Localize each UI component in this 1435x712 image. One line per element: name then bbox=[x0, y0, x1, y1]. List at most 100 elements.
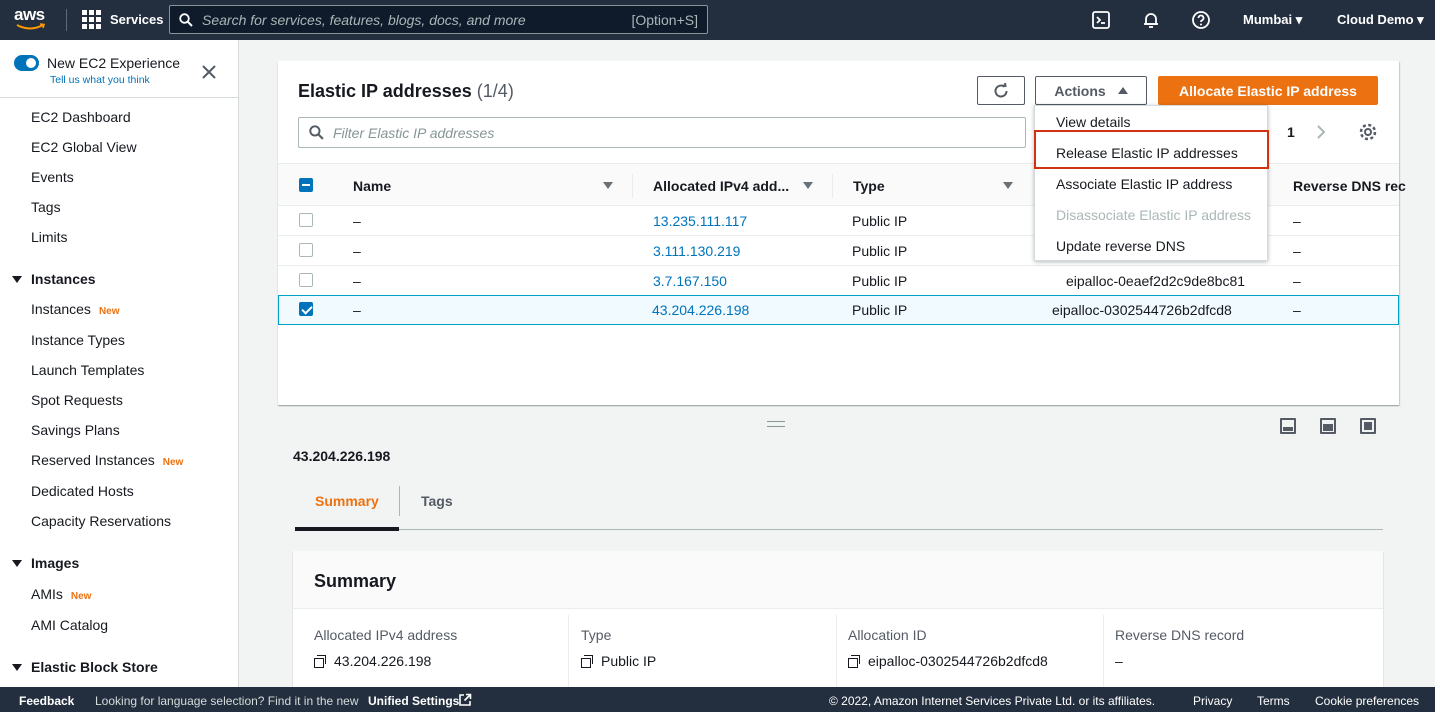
sidebar-item-tags[interactable]: Tags bbox=[31, 199, 61, 215]
feedback-link[interactable]: Tell us what you think bbox=[50, 74, 150, 86]
close-icon[interactable] bbox=[199, 62, 219, 82]
help-icon[interactable] bbox=[1191, 10, 1211, 30]
privacy-link[interactable]: Privacy bbox=[1193, 694, 1232, 708]
cell-name: – bbox=[353, 213, 361, 229]
sidebar-item-global-view[interactable]: EC2 Global View bbox=[31, 139, 137, 155]
page-number[interactable]: 1 bbox=[1287, 124, 1295, 140]
chevron-right-icon[interactable] bbox=[1314, 122, 1328, 142]
row-checkbox[interactable] bbox=[299, 213, 313, 227]
sidebar-section-instances[interactable]: Instances bbox=[12, 271, 96, 287]
external-link-icon[interactable] bbox=[458, 693, 472, 707]
tab-summary[interactable]: Summary bbox=[315, 493, 379, 509]
cell-type: Public IP bbox=[852, 273, 908, 289]
table-row[interactable]: – 3.7.167.150 Public IP eipalloc-0eaef2d… bbox=[278, 266, 1399, 296]
smile-icon bbox=[16, 23, 46, 30]
allocate-eip-button[interactable]: Allocate Elastic IP address bbox=[1158, 76, 1378, 105]
gear-icon[interactable] bbox=[1358, 122, 1378, 142]
cell-allocation-id: eipalloc-0302544726b2dfcd8 bbox=[1052, 302, 1232, 318]
table-row-selected[interactable]: – 43.204.226.198 Public IP eipalloc-0302… bbox=[278, 295, 1399, 325]
field-allocation-id: Allocation ID eipalloc-0302544726b2dfcd8 bbox=[848, 627, 1098, 669]
menu-item-associate-eip[interactable]: Associate Elastic IP address bbox=[1056, 176, 1232, 192]
summary-title: Summary bbox=[314, 571, 397, 591]
cell-ip-link[interactable]: 43.204.226.198 bbox=[652, 302, 749, 318]
sort-icon[interactable] bbox=[603, 182, 613, 189]
cell-rdns: – bbox=[1293, 302, 1301, 318]
sidebar-item-ec2-dashboard[interactable]: EC2 Dashboard bbox=[31, 109, 131, 125]
services-menu-button[interactable]: Services bbox=[82, 10, 164, 29]
tab-tags[interactable]: Tags bbox=[421, 493, 453, 509]
sidebar-item-limits[interactable]: Limits bbox=[31, 229, 68, 245]
row-checkbox[interactable] bbox=[299, 302, 313, 316]
cell-name: – bbox=[353, 273, 361, 289]
cookie-preferences-link[interactable]: Cookie preferences bbox=[1315, 694, 1419, 708]
menu-item-disassociate-eip: Disassociate Elastic IP address bbox=[1056, 207, 1252, 223]
search-input[interactable] bbox=[202, 11, 632, 28]
caret-down-icon bbox=[12, 663, 22, 671]
sidebar-item-instances[interactable]: Instances New bbox=[31, 301, 120, 317]
aws-logo-text: aws bbox=[14, 5, 45, 24]
copy-icon[interactable] bbox=[314, 654, 327, 668]
resize-handle[interactable] bbox=[767, 421, 785, 427]
sidebar-item-label: AMIs bbox=[31, 586, 63, 602]
row-checkbox[interactable] bbox=[299, 243, 313, 257]
account-menu[interactable]: Cloud Demo ▾ bbox=[1337, 12, 1424, 28]
column-header-ipv4[interactable]: Allocated IPv4 add... bbox=[653, 178, 789, 194]
sidebar-item-savings-plans[interactable]: Savings Plans bbox=[31, 422, 120, 438]
column-divider bbox=[836, 615, 837, 691]
menu-item-view-details[interactable]: View details bbox=[1056, 114, 1130, 130]
layout-full-icon[interactable] bbox=[1360, 418, 1376, 434]
sort-icon[interactable] bbox=[803, 182, 813, 189]
section-label: Instances bbox=[31, 271, 96, 287]
search-icon bbox=[309, 125, 324, 140]
caret-down-icon bbox=[12, 275, 22, 283]
unified-settings-link[interactable]: Unified Settings bbox=[368, 694, 459, 708]
bell-icon[interactable] bbox=[1141, 10, 1161, 30]
new-experience-toggle[interactable] bbox=[14, 55, 39, 71]
copy-icon[interactable] bbox=[581, 654, 594, 668]
summary-container: Summary Allocated IPv4 address 43.204.22… bbox=[293, 551, 1383, 691]
column-header-reverse-dns[interactable]: Reverse DNS rec bbox=[1293, 178, 1406, 194]
new-badge: New bbox=[98, 306, 120, 317]
actions-button[interactable]: Actions bbox=[1035, 76, 1147, 105]
cell-ip-link[interactable]: 13.235.111.117 bbox=[653, 213, 747, 229]
actions-label: Actions bbox=[1054, 82, 1106, 99]
sidebar-item-ami-catalog[interactable]: AMI Catalog bbox=[31, 617, 108, 633]
selection-count: (1/4) bbox=[476, 81, 514, 101]
global-search[interactable]: [Option+S] bbox=[169, 5, 708, 34]
region-selector[interactable]: Mumbai ▾ bbox=[1243, 12, 1302, 28]
top-navigation: aws Services [Option+S] Mumbai ▾ Cloud D… bbox=[0, 0, 1435, 40]
sidebar-item-capacity-reservations[interactable]: Capacity Reservations bbox=[31, 513, 171, 529]
caret-up-icon bbox=[1117, 87, 1128, 94]
sidebar-item-reserved-instances[interactable]: Reserved Instances New bbox=[31, 452, 183, 468]
refresh-button[interactable] bbox=[977, 76, 1025, 105]
sidebar-item-amis[interactable]: AMIs New bbox=[31, 586, 91, 602]
cloudshell-icon[interactable] bbox=[1091, 10, 1111, 30]
sidebar-item-launch-templates[interactable]: Launch Templates bbox=[31, 362, 144, 378]
sidebar-item-instance-types[interactable]: Instance Types bbox=[31, 332, 125, 348]
filter-input[interactable] bbox=[333, 124, 1015, 141]
column-header-name[interactable]: Name bbox=[353, 178, 391, 194]
feedback-link[interactable]: Feedback bbox=[19, 694, 74, 708]
column-header-type[interactable]: Type bbox=[853, 178, 885, 194]
cell-ip-link[interactable]: 3.7.167.150 bbox=[653, 273, 727, 289]
sidebar-section-images[interactable]: Images bbox=[12, 555, 79, 571]
sidebar-item-spot-requests[interactable]: Spot Requests bbox=[31, 392, 123, 408]
sidebar-section-ebs[interactable]: Elastic Block Store bbox=[12, 659, 158, 675]
aws-logo[interactable]: aws bbox=[14, 6, 52, 34]
filter-box[interactable] bbox=[298, 117, 1026, 148]
menu-item-update-reverse-dns[interactable]: Update reverse DNS bbox=[1056, 238, 1185, 254]
sidebar-item-dedicated-hosts[interactable]: Dedicated Hosts bbox=[31, 483, 134, 499]
sort-icon[interactable] bbox=[1003, 182, 1013, 189]
layout-bottom-icon[interactable] bbox=[1280, 418, 1296, 434]
search-icon bbox=[179, 12, 193, 27]
terms-link[interactable]: Terms bbox=[1257, 694, 1290, 708]
row-checkbox[interactable] bbox=[299, 273, 313, 287]
layout-split-icon[interactable] bbox=[1320, 418, 1336, 434]
menu-item-release-eip[interactable]: Release Elastic IP addresses bbox=[1056, 145, 1238, 161]
select-all-checkbox[interactable] bbox=[299, 178, 313, 192]
sidebar-item-label: Instances bbox=[31, 301, 91, 317]
cell-ip-link[interactable]: 3.111.130.219 bbox=[653, 243, 740, 259]
field-type: Type Public IP bbox=[581, 627, 831, 669]
sidebar-item-events[interactable]: Events bbox=[31, 169, 74, 185]
copy-icon[interactable] bbox=[848, 654, 861, 668]
